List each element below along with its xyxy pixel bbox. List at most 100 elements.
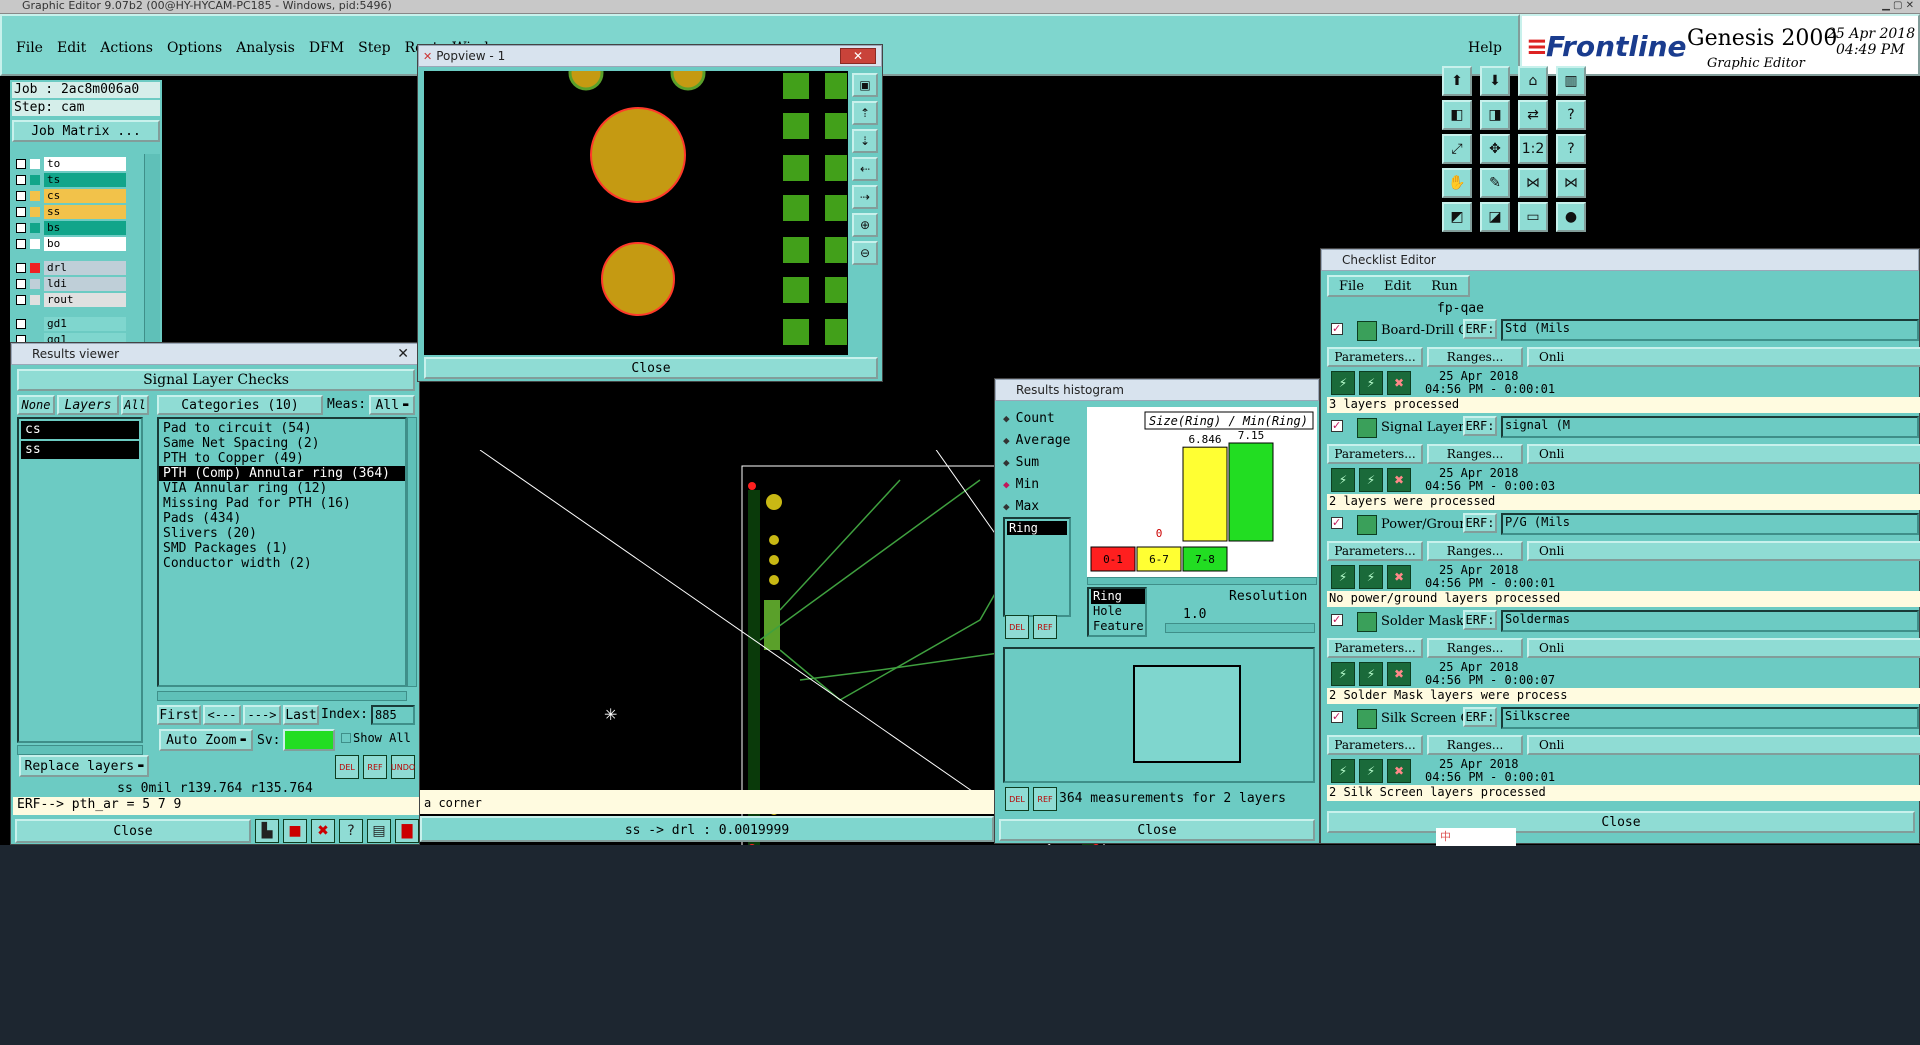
layer-checkbox[interactable] [16,319,26,329]
online-button[interactable]: Onli [1527,444,1920,464]
ranges-button[interactable]: Ranges... [1427,347,1523,367]
del-icon[interactable]: DEL [335,755,359,779]
fit-icon[interactable]: ⤢ [1442,134,1472,164]
category-item[interactable]: PTH to Copper (49) [159,451,405,466]
layer-name[interactable]: bo [44,237,126,251]
run-all-icon[interactable]: ⚡ [1359,759,1383,783]
menu-step[interactable]: Step [358,40,390,56]
layer-result-list[interactable]: cs ss [17,417,143,743]
ranges-button[interactable]: Ranges... [1427,638,1523,658]
run-all-icon[interactable]: ⚡ [1359,468,1383,492]
layer-row-bs[interactable]: bs [12,220,142,236]
layer-row-gd1[interactable]: gd1 [12,316,142,332]
category-item[interactable]: PTH (Comp) Annular ring (364) [159,466,405,481]
replace-layers-select[interactable]: Replace layers ▬ [19,755,149,777]
histogram-titlebar[interactable]: Results histogram [995,379,1319,401]
erf-value[interactable]: Soldermas [1501,610,1919,632]
layer-checkbox[interactable] [16,263,26,273]
layer-checkbox[interactable] [16,191,26,201]
online-button[interactable]: Onli [1527,541,1920,561]
layer-row-cs[interactable]: cs [12,188,142,204]
category-vscroll[interactable] [407,417,417,687]
category-item[interactable]: Conductor width (2) [159,556,405,571]
popview-canvas[interactable] [424,71,848,355]
stop-icon[interactable]: ✖ [1387,662,1411,686]
all-button[interactable]: All [121,395,149,415]
layer-row-rout[interactable]: rout [12,292,142,308]
panel-icon[interactable]: ▥ [1556,66,1586,96]
center-icon[interactable]: ✥ [1480,134,1510,164]
layer-name[interactable]: ts [44,173,126,187]
layer-row-ss[interactable]: ss [12,204,142,220]
run-icon[interactable]: ⚡ [1331,371,1355,395]
hist-type-item[interactable]: Ring [1091,589,1145,604]
histogram-icon[interactable]: ▇ [395,819,419,843]
hist-option-max[interactable]: ◆ Max [1003,495,1070,517]
hist-ref-icon[interactable]: REF [1033,615,1057,639]
result-layer-item[interactable]: ss [21,441,139,459]
type-list[interactable]: Ring Hole Feature [1087,587,1147,637]
item-checkbox[interactable]: ✓ [1331,323,1343,335]
stop-icon[interactable]: ✖ [1387,468,1411,492]
help-menu[interactable]: Help [1468,40,1502,56]
layer-checkbox[interactable] [16,239,26,249]
layer-checkbox[interactable] [16,223,26,233]
undo-icon[interactable]: UNDO [391,755,415,779]
net-icon[interactable]: ⋈ [1518,168,1548,198]
help-icon[interactable]: ? [1556,100,1586,130]
hist-type-item[interactable]: Feature [1091,619,1145,634]
stop-icon[interactable]: ✖ [1387,565,1411,589]
swap-icon[interactable]: ⇄ [1518,100,1548,130]
hist-option-average[interactable]: ◆ Average [1003,429,1070,451]
pan-down-icon[interactable]: ⇣ [852,129,878,153]
question-icon[interactable]: ? [1556,134,1586,164]
parameters-button[interactable]: Parameters... [1327,735,1423,755]
stop-icon[interactable]: ✖ [1387,371,1411,395]
auto-zoom-select[interactable]: Auto Zoom ▬ [159,729,253,751]
zoom-out-icon[interactable]: ⊖ [852,241,878,265]
run-all-icon[interactable]: ⚡ [1359,565,1383,589]
pan-left-icon[interactable]: ⇠ [852,157,878,181]
zoom-fit-icon[interactable]: ▣ [852,73,878,97]
checklist-menu-run[interactable]: Run [1421,277,1468,295]
layer-checkbox[interactable] [16,295,26,305]
ranges-button[interactable]: Ranges... [1427,735,1523,755]
popview-titlebar[interactable]: ✕ Popview - 1 ✕ [418,45,882,67]
online-button[interactable]: Onli [1527,638,1920,658]
pen-icon[interactable]: ✎ [1480,168,1510,198]
item-checkbox[interactable]: ✓ [1331,711,1343,723]
select-icon[interactable]: ◩ [1442,202,1472,232]
ratio-icon[interactable]: 1:2 [1518,134,1548,164]
move-up-icon[interactable]: ⬆ [1442,66,1472,96]
menu-file[interactable]: File [16,40,43,56]
results-viewer-close-button[interactable]: Close [15,819,251,843]
last-button[interactable]: Last [283,705,319,725]
item-checkbox[interactable]: ✓ [1331,517,1343,529]
meas-select[interactable]: All ▬ [369,395,415,415]
report-icon[interactable]: ▤ [367,819,391,843]
first-button[interactable]: First [157,705,201,725]
menu-actions[interactable]: Actions [100,40,153,56]
shape-icon[interactable]: ◪ [1480,202,1510,232]
menu-dfm[interactable]: DFM [309,40,344,56]
layer-row-to[interactable]: to [12,156,142,172]
item-checkbox[interactable]: ✓ [1331,614,1343,626]
parameters-button[interactable]: Parameters... [1327,444,1423,464]
ref-icon[interactable]: REF [363,755,387,779]
run-all-icon[interactable]: ⚡ [1359,371,1383,395]
prev-button[interactable]: <--- [203,705,241,725]
layer-checkbox[interactable] [16,175,26,185]
resolution-slider[interactable] [1165,623,1315,633]
run-icon[interactable]: ⚡ [1331,662,1355,686]
histogram-close-button[interactable]: Close [999,819,1315,841]
right-icon[interactable]: ◨ [1480,100,1510,130]
checklist-close-button[interactable]: Close [1327,811,1915,833]
item-checkbox[interactable]: ✓ [1331,420,1343,432]
ime-indicator[interactable]: 中 [1436,828,1516,846]
erf-value[interactable]: Silkscree [1501,707,1919,729]
layer-checkbox[interactable] [16,207,26,217]
index-input[interactable] [371,705,415,725]
layer-name[interactable]: to [44,157,126,171]
left-icon[interactable]: ◧ [1442,100,1472,130]
parameters-button[interactable]: Parameters... [1327,347,1423,367]
